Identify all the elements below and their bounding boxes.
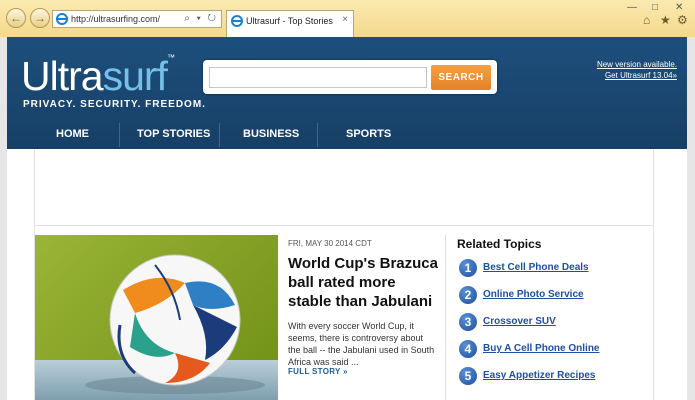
related-topic-link[interactable]: Easy Appetizer Recipes	[483, 370, 595, 381]
version-notice: New version available. Get Ultrasurf 13.…	[597, 59, 677, 81]
article-headline[interactable]: World Cup's Brazuca ball rated more stab…	[288, 254, 438, 311]
new-version-link[interactable]: New version available.	[597, 59, 677, 70]
full-story-link[interactable]: FULL STORY »	[288, 367, 348, 376]
page-viewport: Ultrasurf™ PRIVACY. SECURITY. FREEDOM. S…	[0, 37, 695, 400]
logo-accent: surf	[102, 53, 168, 99]
address-tools[interactable]: ⌕ ▾ ↻	[184, 13, 218, 24]
forward-button[interactable]: →	[30, 8, 50, 28]
related-topic-link[interactable]: Buy A Cell Phone Online	[483, 343, 600, 354]
number-badge: 4	[459, 340, 477, 358]
page-margin-left	[0, 37, 7, 400]
related-topic-link[interactable]: Best Cell Phone Deals	[483, 262, 589, 273]
article-image[interactable]	[35, 235, 278, 400]
minimize-icon[interactable]: —	[627, 2, 637, 13]
search-box: SEARCH	[203, 60, 497, 94]
menu-item-business[interactable]: BUSINESS	[243, 128, 299, 140]
menu-divider	[119, 123, 120, 147]
tab-ultrasurf[interactable]: Ultrasurf - Top Stories ×	[226, 10, 354, 37]
tagline: PRIVACY. SECURITY. FREEDOM.	[23, 99, 206, 110]
number-badge: 5	[459, 367, 477, 385]
home-icon[interactable]: ⌂	[643, 13, 650, 27]
back-button[interactable]: ←	[6, 8, 26, 28]
related-topic-link[interactable]: Crossover SUV	[483, 316, 556, 327]
ultrasurf-logo[interactable]: Ultrasurf™	[21, 53, 175, 100]
close-icon[interactable]: ✕	[675, 2, 683, 13]
ie-logo-icon	[56, 13, 68, 25]
article-date: FRI, MAY 30 2014 CDT	[288, 239, 372, 248]
soccer-ball-icon	[85, 254, 265, 394]
number-badge: 1	[459, 259, 477, 277]
menu-divider	[219, 123, 220, 147]
browser-toolbar: ← → http://ultrasurfing.com/ ⌕ ▾ ↻ Ultra…	[0, 0, 695, 37]
back-icon: ←	[10, 11, 22, 25]
number-badge: 2	[459, 286, 477, 304]
number-badge: 3	[459, 313, 477, 331]
ie-logo-icon	[231, 15, 243, 27]
related-topic-link[interactable]: Online Photo Service	[483, 289, 584, 300]
search-button[interactable]: SEARCH	[431, 65, 491, 90]
gear-icon[interactable]: ⚙	[677, 13, 688, 27]
maximize-icon[interactable]: □	[652, 2, 658, 13]
divider	[35, 225, 653, 226]
logo-main: Ultra	[21, 53, 104, 99]
related-topics-title: Related Topics	[457, 237, 542, 251]
content-area: FRI, MAY 30 2014 CDT World Cup's Brazuca…	[34, 149, 654, 400]
column-divider	[445, 235, 446, 400]
address-bar[interactable]: http://ultrasurfing.com/ ⌕ ▾ ↻	[52, 10, 222, 28]
logo-trademark: ™	[166, 53, 175, 62]
page-margin-right	[687, 37, 695, 400]
get-ultrasurf-link[interactable]: Get Ultrasurf 13.04»	[597, 70, 677, 81]
main-menu: HOME TOP STORIES BUSINESS SPORTS	[7, 121, 687, 149]
address-url[interactable]: http://ultrasurfing.com/	[71, 14, 160, 24]
search-input[interactable]	[209, 67, 427, 88]
tab-close-icon[interactable]: ×	[342, 14, 348, 25]
tab-title: Ultrasurf - Top Stories	[246, 16, 333, 26]
menu-divider	[317, 123, 318, 147]
menu-item-home[interactable]: HOME	[56, 128, 89, 140]
menu-item-sports[interactable]: SPORTS	[346, 128, 391, 140]
forward-icon: →	[34, 11, 46, 25]
menu-item-top-stories[interactable]: TOP STORIES	[137, 128, 210, 140]
favorites-icon[interactable]: ★	[660, 13, 671, 27]
article-summary: With every soccer World Cup, it seems, t…	[288, 321, 435, 367]
